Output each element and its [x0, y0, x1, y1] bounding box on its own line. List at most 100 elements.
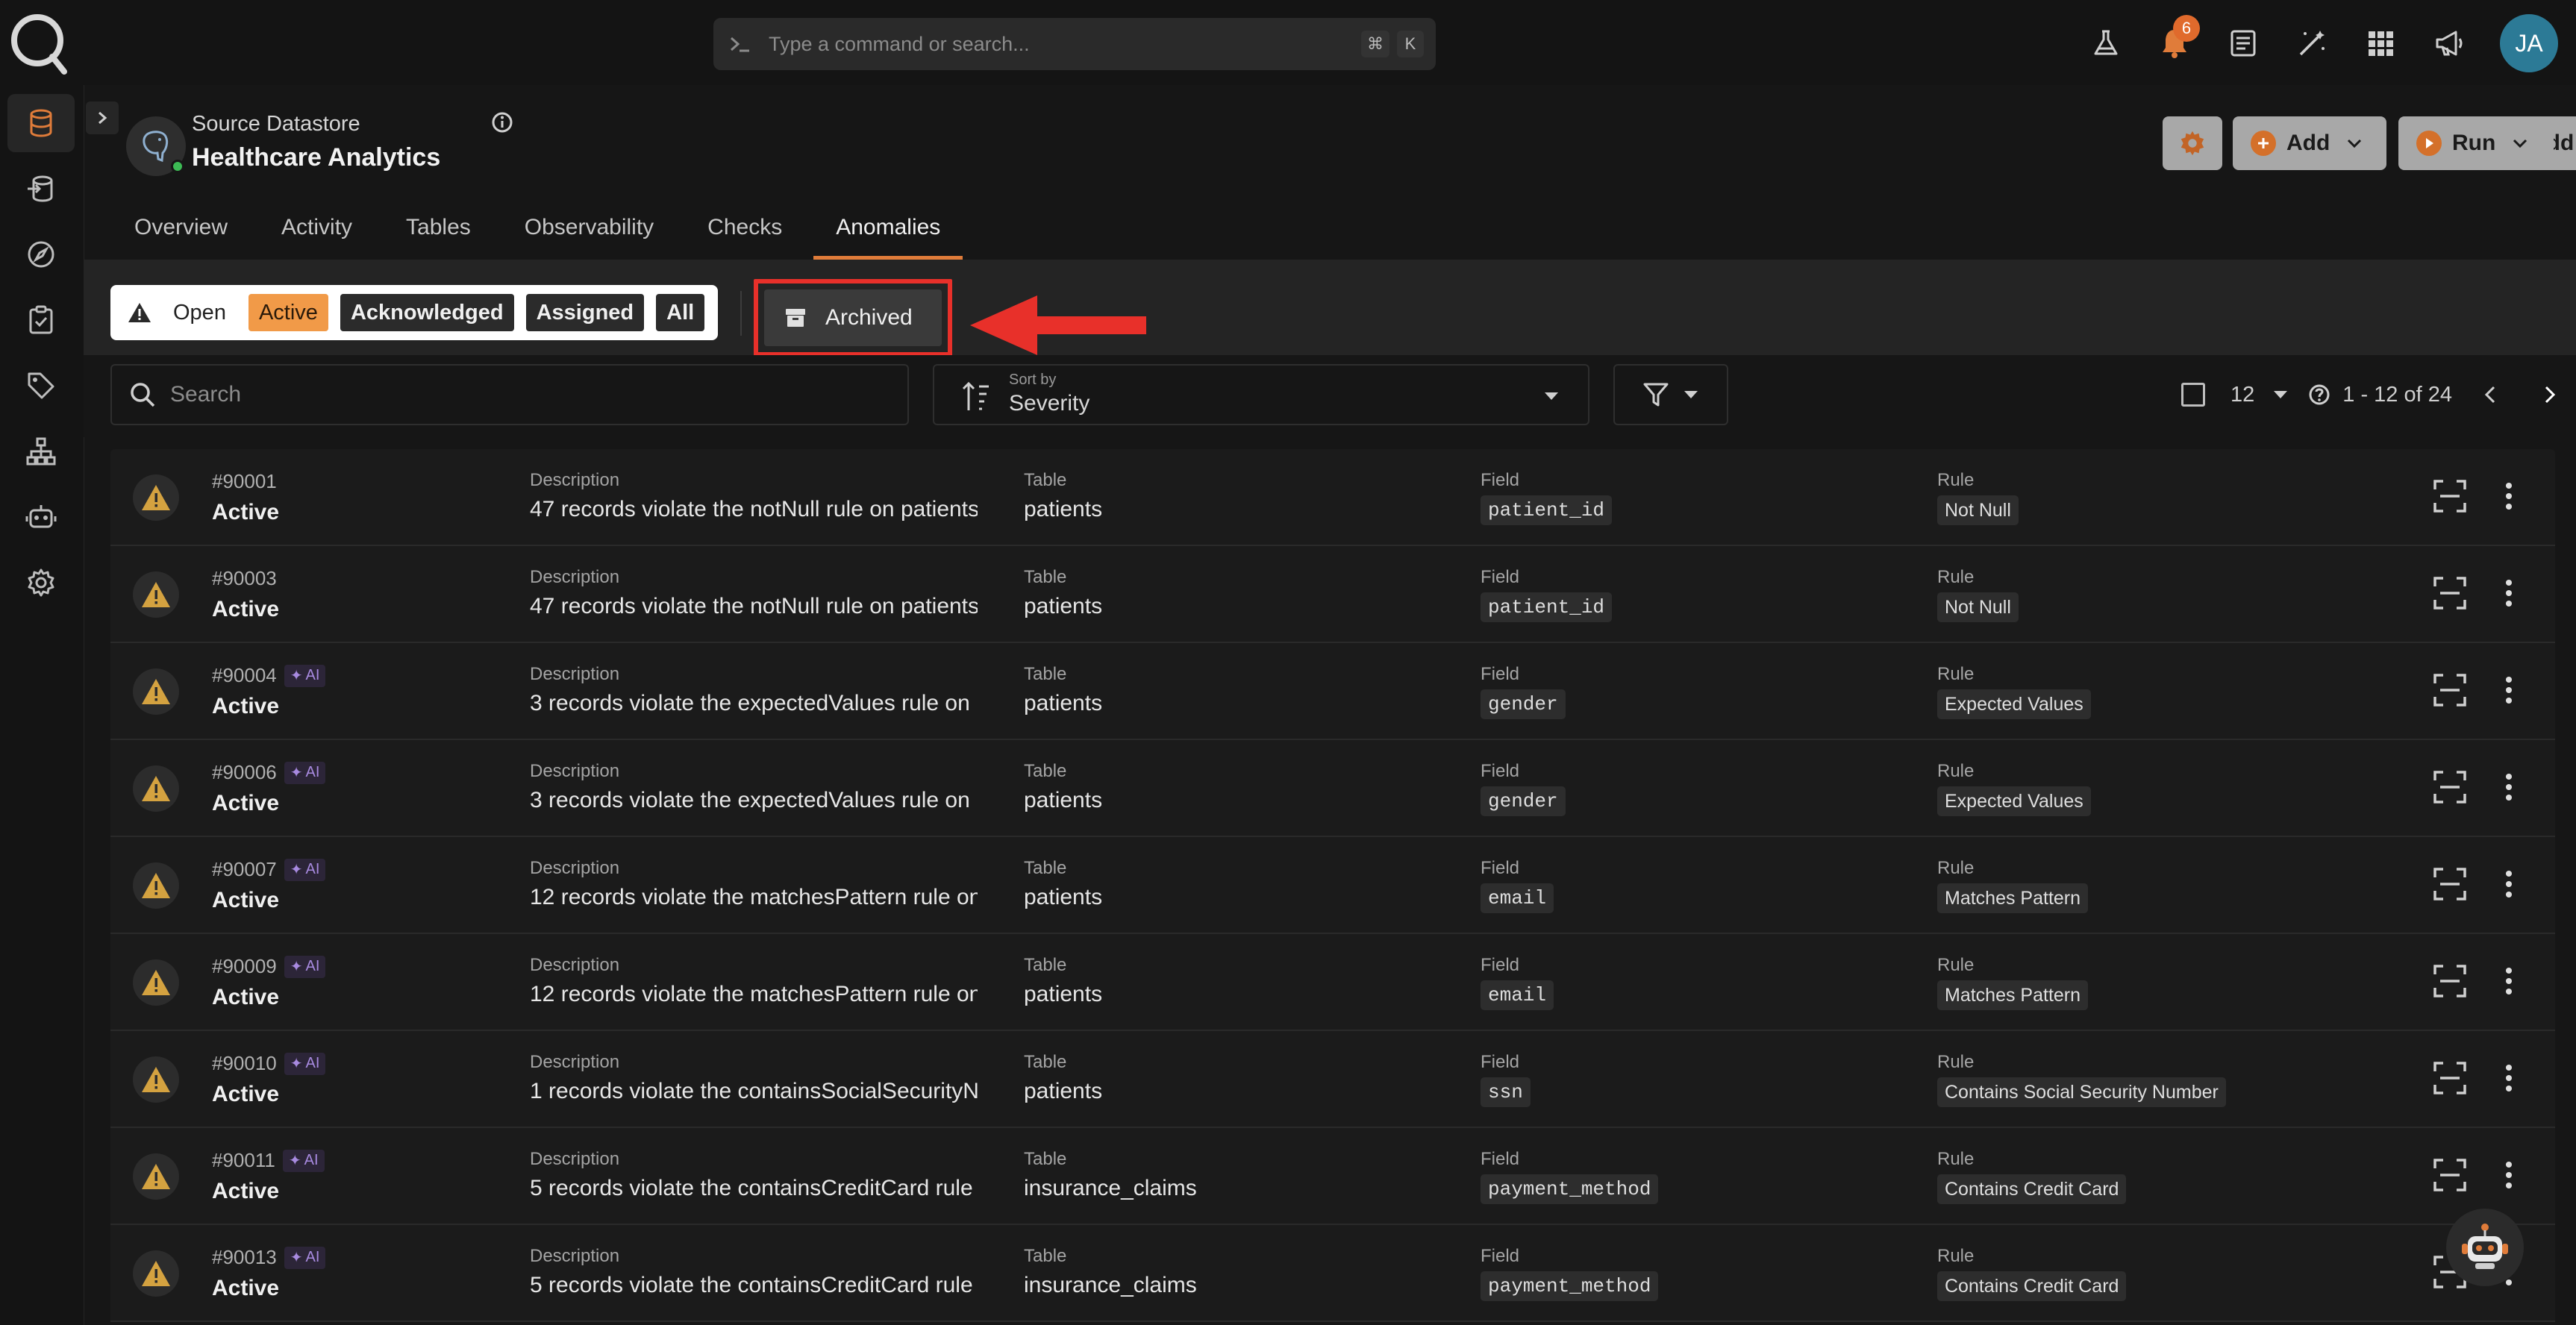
command-bar[interactable]: Type a command or search... ⌘ K [713, 18, 1436, 70]
description-label: Description [530, 470, 620, 490]
row-more-button[interactable] [2501, 770, 2516, 804]
description-label: Description [530, 858, 620, 878]
tab-activity[interactable]: Activity [281, 210, 352, 260]
nav-flows[interactable] [7, 422, 75, 480]
anomaly-status: Active [212, 1082, 280, 1106]
next-page-icon[interactable] [2543, 385, 2557, 404]
app-logo[interactable] [9, 9, 69, 76]
anomaly-row[interactable]: #90013 ✦ AI Active Description 5 records v… [110, 1225, 2555, 1322]
table-label: Table [1024, 664, 1067, 684]
focus-view-button[interactable] [2433, 576, 2467, 610]
search-input[interactable] [170, 382, 842, 407]
nav-datastores[interactable] [7, 94, 75, 152]
anomaly-id[interactable]: #90011 [212, 1149, 275, 1172]
focus-view-button[interactable] [2433, 964, 2467, 998]
prev-page-icon[interactable] [2483, 385, 2497, 404]
status-acknowledged[interactable]: Acknowledged [340, 294, 514, 331]
row-more-button[interactable] [2501, 576, 2516, 610]
status-open[interactable]: Open [163, 294, 237, 331]
anomaly-id[interactable]: #90006 [212, 761, 277, 784]
assistant-bot-button[interactable] [2446, 1209, 2524, 1286]
anomaly-id[interactable]: #90010 [212, 1052, 277, 1075]
notifications-button[interactable]: 6 [2140, 13, 2209, 73]
tab-anomalies[interactable]: Anomalies [813, 210, 963, 260]
more-vertical-icon [2506, 1162, 2512, 1188]
anomaly-id[interactable]: #90007 [212, 858, 277, 881]
tab-checks[interactable]: Checks [707, 210, 782, 260]
tab-tables[interactable]: Tables [406, 210, 471, 260]
anomaly-row[interactable]: #90006 ✦ AI Active Description 3 records v… [110, 740, 2555, 837]
help-icon[interactable] [2308, 383, 2330, 406]
row-more-button[interactable] [2501, 1061, 2516, 1095]
tab-overview[interactable]: Overview [134, 210, 228, 260]
field-label: Field [1481, 858, 1520, 878]
anomaly-list: #90001 Active Description 47 records vio… [110, 449, 2555, 1322]
focus-view-button[interactable] [2433, 1158, 2467, 1192]
sort-select[interactable]: Sort by Severity [933, 364, 1589, 425]
anomaly-row[interactable]: #90003 Active Description 47 records vio… [110, 546, 2555, 643]
document-icon[interactable] [2209, 13, 2278, 73]
rule-label: Rule [1937, 858, 1975, 878]
status-all[interactable]: All [656, 294, 705, 331]
severity-warning-icon [133, 765, 179, 812]
field-tag: email [1481, 883, 1554, 913]
field-tag: ssn [1481, 1077, 1531, 1107]
filter-button[interactable] [1613, 364, 1728, 425]
annotation-arrow [970, 295, 1146, 355]
row-more-button[interactable] [2501, 964, 2516, 998]
anomaly-row[interactable]: #90004 ✦ AI Active Description 3 records v… [110, 643, 2555, 740]
status-assigned[interactable]: Assigned [525, 294, 645, 331]
anomaly-id[interactable]: #90003 [212, 567, 277, 590]
table-label: Table [1024, 761, 1067, 781]
status-archived-button[interactable]: Archived [764, 289, 942, 346]
nav-agents[interactable] [7, 488, 75, 546]
anomaly-id[interactable]: #90004 [212, 664, 277, 687]
focus-view-button[interactable] [2433, 1061, 2467, 1095]
focus-view-button[interactable] [2433, 479, 2467, 513]
row-more-button[interactable] [2501, 479, 2516, 513]
magic-wand-icon[interactable] [2278, 13, 2346, 73]
tab-observability[interactable]: Observability [525, 210, 654, 260]
anomaly-status: Active [212, 500, 280, 524]
anomaly-row[interactable]: #90011 ✦ AI Active Description 5 records v… [110, 1128, 2555, 1225]
focus-frame-icon [2433, 674, 2466, 707]
sparkle-icon: ✦ [290, 765, 303, 781]
anomaly-status: Active [212, 888, 280, 912]
anomaly-id[interactable]: #90013 [212, 1246, 277, 1269]
nav-tags[interactable] [7, 357, 75, 415]
flask-icon[interactable] [2072, 13, 2140, 73]
anomaly-row[interactable]: #90009 ✦ AI Active Description 12 records … [110, 934, 2555, 1031]
page-range: 1 - 12 of 24 [2342, 382, 2452, 407]
nav-checks[interactable] [7, 291, 75, 349]
anomaly-description: 12 records violate the matchesPattern ru… [530, 885, 978, 909]
row-more-button[interactable] [2501, 1158, 2516, 1192]
ai-badge: ✦ AI [284, 955, 326, 978]
focus-view-button[interactable] [2433, 770, 2467, 804]
megaphone-icon[interactable] [2415, 13, 2483, 73]
status-active[interactable]: Active [248, 294, 328, 331]
row-more-button[interactable] [2501, 673, 2516, 707]
field-label: Field [1481, 1246, 1520, 1266]
select-all-checkbox[interactable] [2181, 383, 2206, 407]
page-size-caret-icon[interactable] [2272, 389, 2289, 400]
focus-view-button[interactable] [2433, 867, 2467, 901]
ai-badge: ✦ AI [284, 1246, 326, 1269]
user-avatar[interactable]: JA [2500, 14, 2558, 72]
anomaly-id[interactable]: #90009 [212, 955, 277, 978]
anomaly-row[interactable]: #90001 Active Description 47 records vio… [110, 449, 2555, 546]
nav-explore[interactable] [7, 225, 75, 284]
anomaly-id-wrap: #90007 ✦ AI [212, 858, 326, 881]
sparkle-icon: ✦ [290, 1056, 303, 1072]
page-size-value[interactable]: 12 [2230, 383, 2254, 407]
search-box[interactable] [110, 364, 909, 425]
focus-view-button[interactable] [2433, 673, 2467, 707]
anomaly-id[interactable]: #90001 [212, 470, 277, 493]
nav-settings[interactable] [7, 554, 75, 612]
table-label: Table [1024, 470, 1067, 490]
nav-enrichment[interactable] [7, 160, 75, 218]
anomaly-row[interactable]: #90007 ✦ AI Active Description 12 records … [110, 837, 2555, 934]
ai-badge-label: AI [304, 1152, 319, 1168]
apps-grid-icon[interactable] [2346, 13, 2415, 73]
anomaly-row[interactable]: #90010 ✦ AI Active Description 1 records v… [110, 1031, 2555, 1128]
row-more-button[interactable] [2501, 867, 2516, 901]
